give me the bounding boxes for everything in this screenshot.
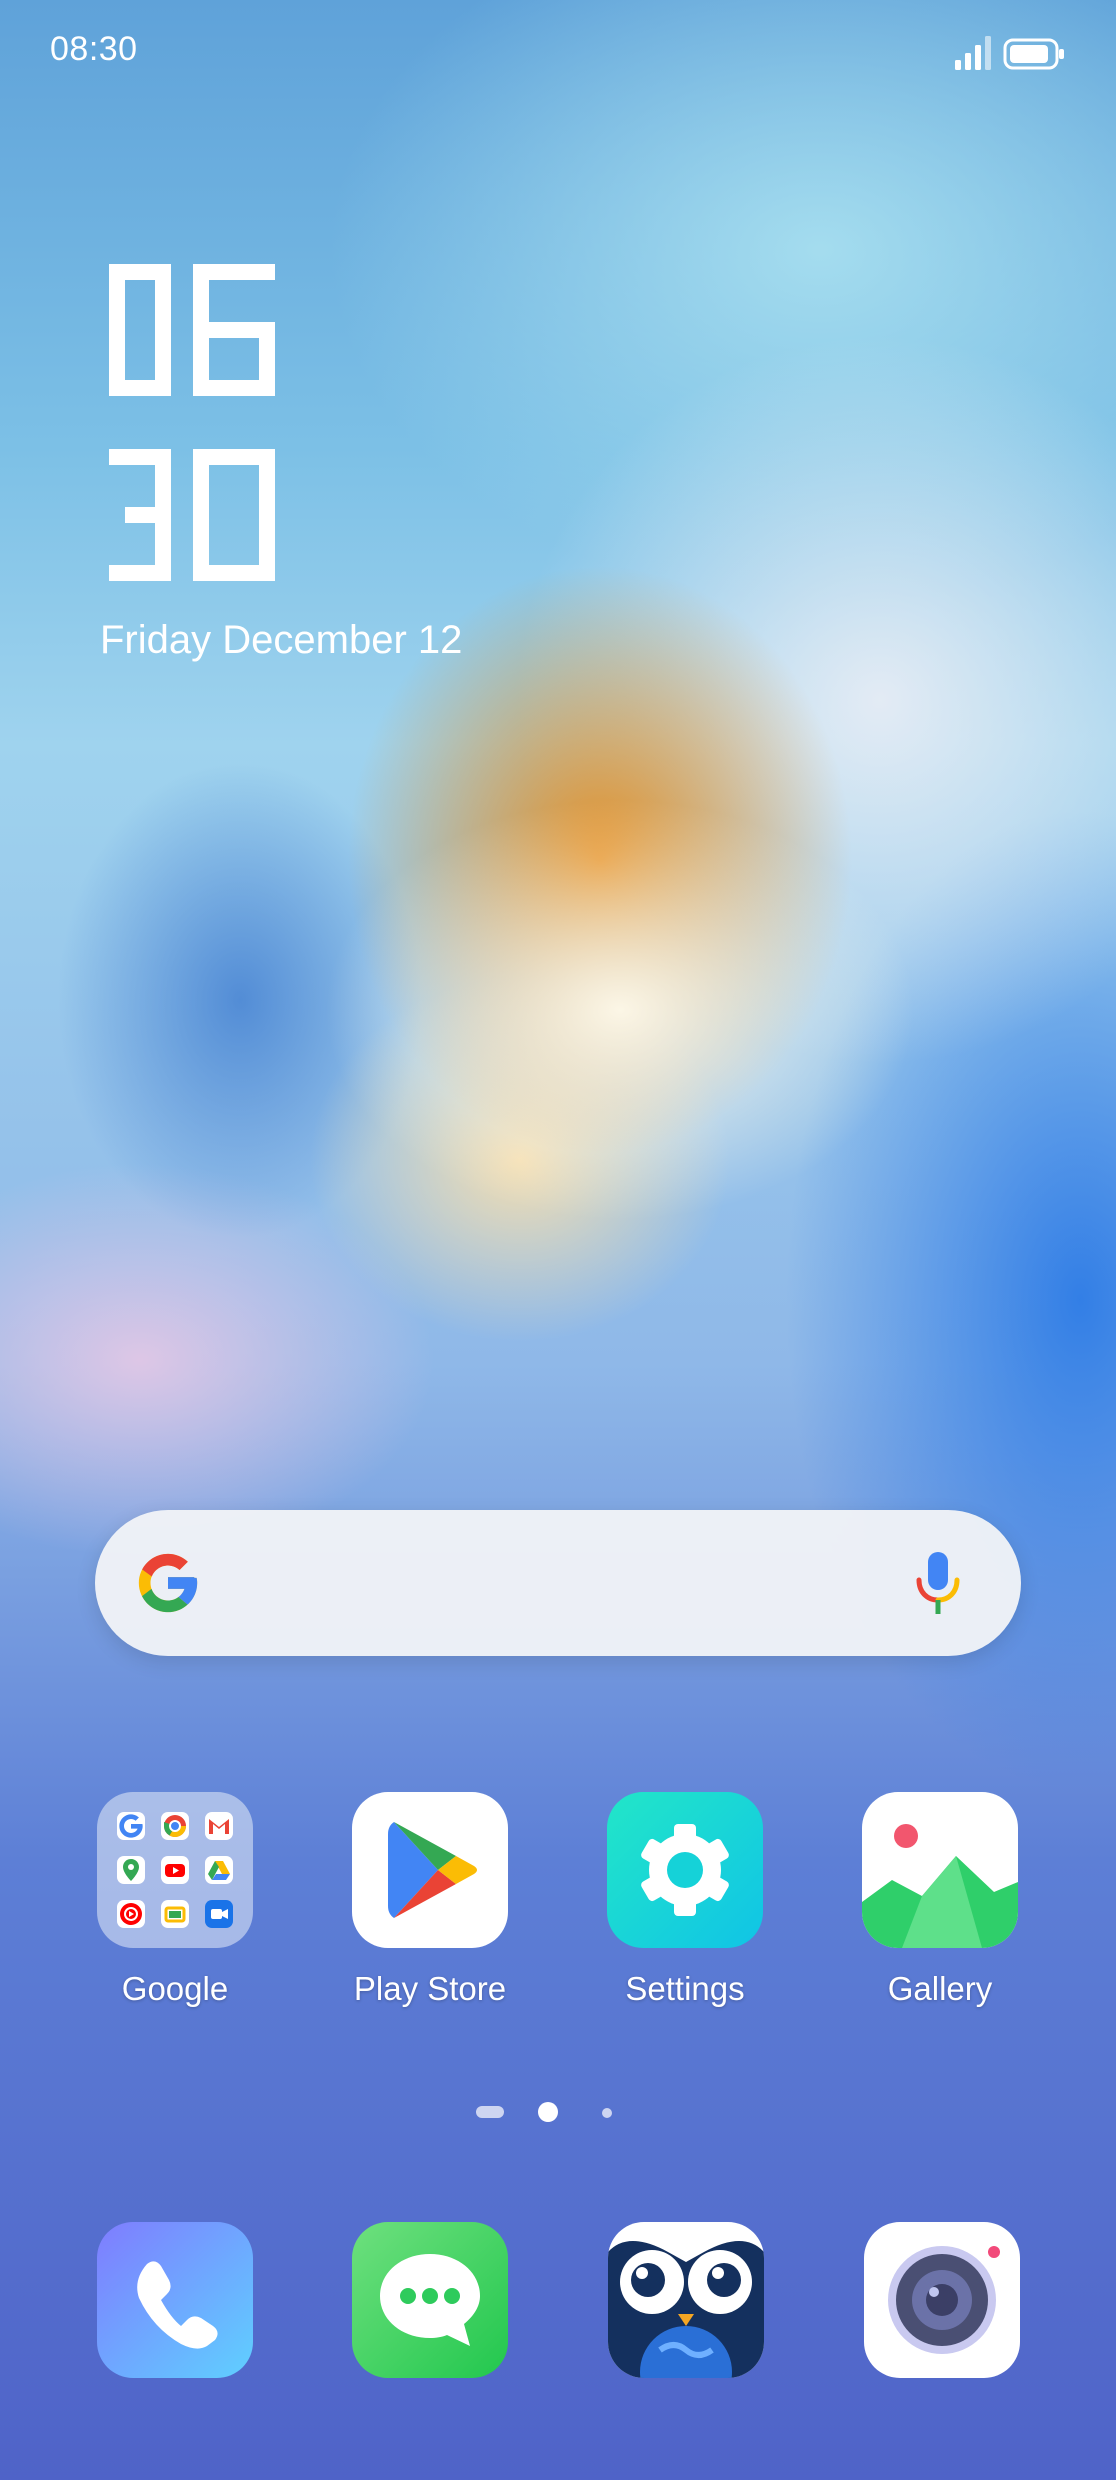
- page-indicator-next[interactable]: [602, 2108, 612, 2118]
- clock-date[interactable]: Friday December 12: [100, 618, 462, 663]
- maps-mini-icon: [117, 1856, 145, 1884]
- youtube-music-mini-icon: [117, 1900, 145, 1928]
- dock-owl-app[interactable]: [608, 2222, 764, 2378]
- app-label-gallery: Gallery: [887, 1970, 993, 2007]
- play-store-icon: [352, 1792, 508, 1948]
- page-indicator-minus-one[interactable]: [476, 2106, 504, 2118]
- youtube-mini-icon: [161, 1856, 189, 1884]
- dock-messages[interactable]: [352, 2222, 508, 2378]
- app-label-settings: Settings: [625, 1970, 745, 2007]
- phone-icon: [97, 2222, 253, 2378]
- gallery-icon: [862, 1792, 1018, 1948]
- app-settings[interactable]: Settings: [607, 1792, 763, 2007]
- dock-camera[interactable]: [864, 2222, 1020, 2378]
- drive-mini-icon: [205, 1856, 233, 1884]
- app-google-folder[interactable]: Google: [97, 1792, 253, 2007]
- google-search-bar[interactable]: [95, 1510, 1021, 1656]
- google-mini-icon: [117, 1812, 145, 1840]
- app-gallery[interactable]: Gallery: [862, 1792, 1018, 2007]
- app-label-play-store: Play Store: [353, 1970, 507, 2007]
- clock-hours[interactable]: [105, 260, 289, 400]
- status-bar-time: 08:30: [50, 30, 138, 68]
- gmail-mini-icon: [205, 1812, 233, 1840]
- photos-mini-icon: [161, 1900, 189, 1928]
- signal-icon: [955, 36, 991, 70]
- clock-digit-0: [193, 449, 276, 581]
- page-indicator[interactable]: [476, 2100, 616, 2124]
- settings-gear-icon: [607, 1792, 763, 1948]
- dock-phone[interactable]: [97, 2222, 253, 2378]
- page-indicator-current[interactable]: [538, 2102, 558, 2122]
- clock-digit-3: [109, 449, 171, 581]
- chrome-mini-icon: [161, 1812, 189, 1840]
- camera-icon: [864, 2222, 1020, 2378]
- clock-digit-8: [193, 264, 276, 396]
- clock-digit-0: [109, 264, 171, 396]
- google-g-icon: [138, 1553, 198, 1613]
- battery-icon: [1003, 38, 1064, 70]
- mic-icon[interactable]: [913, 1550, 963, 1616]
- app-label-google: Google: [121, 1970, 229, 2007]
- meet-mini-icon: [205, 1900, 233, 1928]
- google-folder-icon: [97, 1792, 253, 1948]
- app-play-store[interactable]: Play Store: [352, 1792, 508, 2007]
- owl-app-icon: [608, 2222, 764, 2378]
- clock-minutes[interactable]: [105, 445, 289, 585]
- messages-icon: [352, 2222, 508, 2378]
